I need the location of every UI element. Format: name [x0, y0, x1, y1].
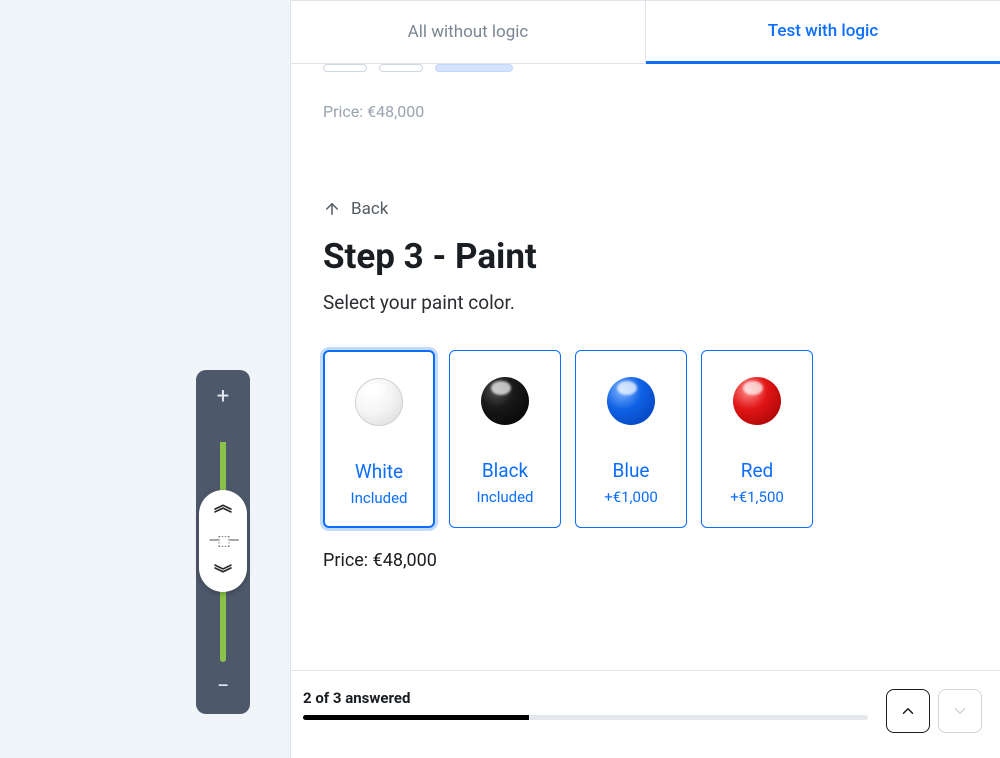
- content-area: Price: €48,000 Back Step 3 - Paint Selec…: [291, 64, 1000, 670]
- option-cost: Included: [476, 488, 533, 506]
- step-title: Step 3 - Paint: [323, 236, 968, 277]
- zoom-track[interactable]: ︽ —⬚— ︾: [220, 422, 226, 662]
- previous-button[interactable]: [886, 689, 930, 733]
- swatch-black-icon: [481, 377, 529, 425]
- progress-label: 2 of 3 answered: [303, 689, 868, 707]
- paint-option-red[interactable]: Red +€1,500: [701, 350, 813, 528]
- option-cost: Included: [350, 489, 407, 507]
- ghost-option-selected: [435, 64, 513, 72]
- chevron-down-icon: [951, 702, 969, 720]
- slider-handle-icon: —⬚—: [208, 533, 237, 549]
- chevron-up-icon: ︽: [214, 500, 232, 513]
- chevron-up-icon: [899, 702, 917, 720]
- paint-option-blue[interactable]: Blue +€1,000: [575, 350, 687, 528]
- option-name: Black: [482, 459, 528, 482]
- previous-step-price: Price: €48,000: [323, 102, 968, 121]
- main-panel: All without logic Test with logic Price:…: [290, 0, 1000, 758]
- zoom-knob[interactable]: ︽ —⬚— ︾: [199, 490, 247, 592]
- option-cost: +€1,500: [730, 488, 784, 506]
- sidebar: + ︽ —⬚— ︾ −: [0, 0, 290, 758]
- swatch-red-icon: [733, 377, 781, 425]
- paint-options: White Included Black Included Blue +€1,0…: [323, 350, 968, 528]
- ghost-option: [379, 64, 423, 72]
- option-name: Blue: [612, 459, 649, 482]
- option-name: White: [355, 460, 403, 483]
- step-subtitle: Select your paint color.: [323, 291, 968, 314]
- arrow-up-icon: [323, 200, 341, 218]
- back-label: Back: [351, 199, 388, 219]
- option-cost: +€1,000: [604, 488, 658, 506]
- next-button[interactable]: [938, 689, 982, 733]
- option-name: Red: [741, 459, 774, 482]
- zoom-in-icon[interactable]: +: [217, 386, 229, 408]
- paint-option-white[interactable]: White Included: [323, 350, 435, 528]
- swatch-blue-icon: [607, 377, 655, 425]
- progress-bar: [303, 715, 868, 720]
- progress-footer: 2 of 3 answered: [291, 670, 1000, 758]
- tab-test-with-logic[interactable]: Test with logic: [646, 1, 1000, 64]
- paint-option-black[interactable]: Black Included: [449, 350, 561, 528]
- progress-fill: [303, 715, 529, 720]
- tab-bar: All without logic Test with logic: [291, 1, 1000, 64]
- swatch-white-icon: [355, 378, 403, 426]
- chevron-down-icon: ︾: [214, 569, 232, 582]
- tab-all-without-logic[interactable]: All without logic: [291, 1, 646, 63]
- back-link[interactable]: Back: [323, 199, 388, 219]
- current-price: Price: €48,000: [323, 550, 968, 571]
- previous-step-options: [323, 64, 968, 72]
- zoom-out-icon[interactable]: −: [217, 676, 230, 698]
- ghost-option: [323, 64, 367, 72]
- zoom-toolbar: + ︽ —⬚— ︾ −: [196, 370, 250, 714]
